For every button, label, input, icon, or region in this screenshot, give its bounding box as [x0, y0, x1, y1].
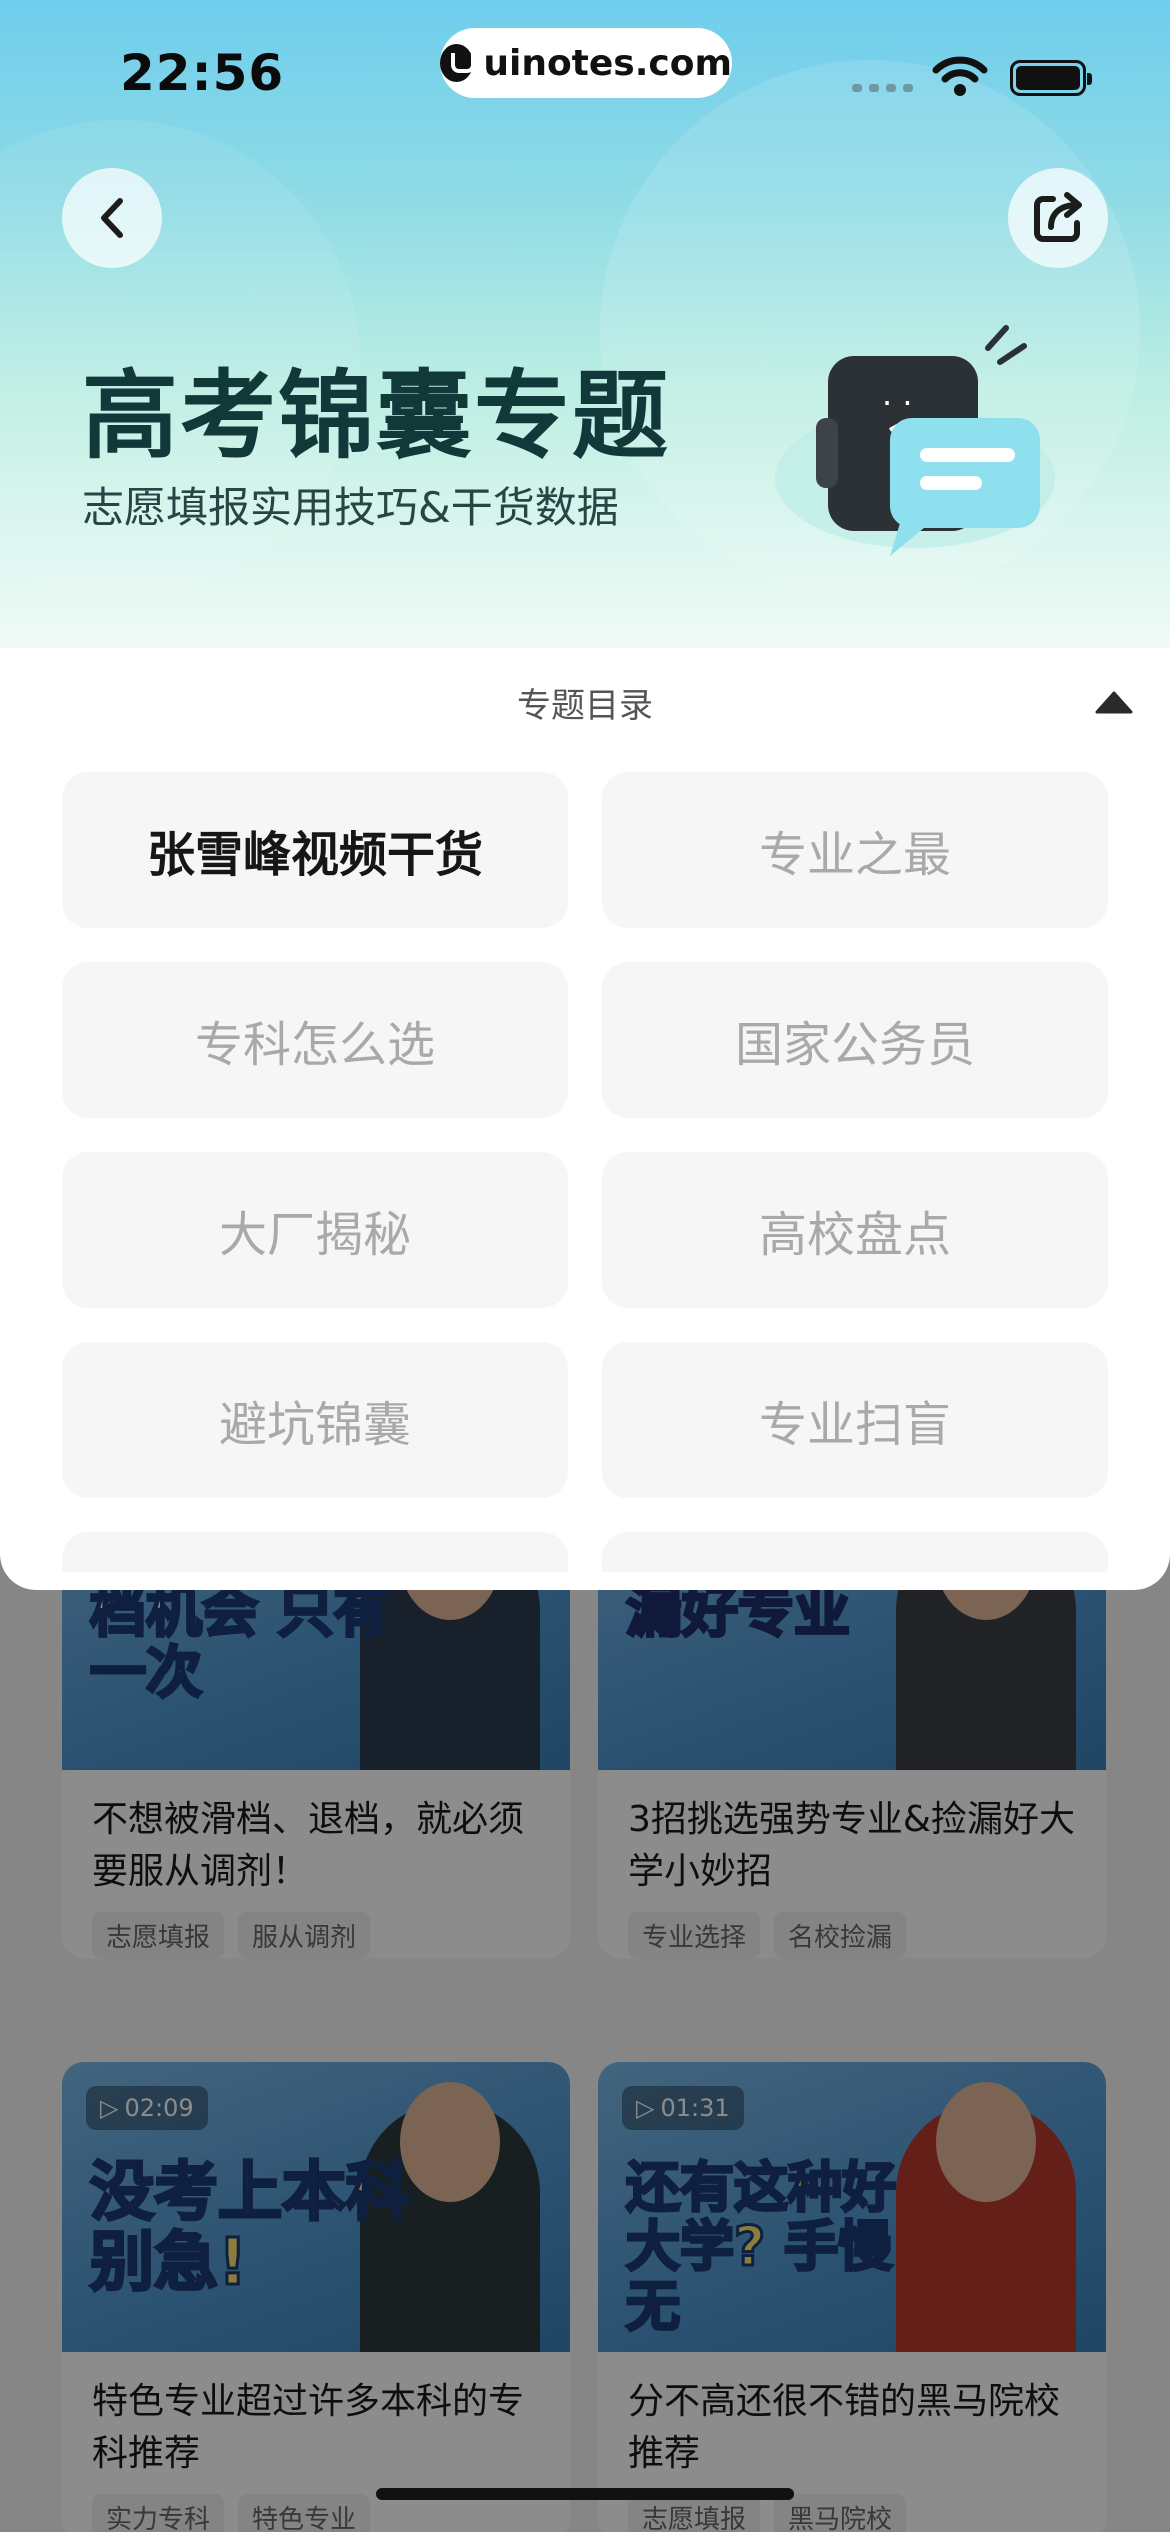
catalog-item-partial[interactable]	[62, 1532, 568, 1572]
watermark-badge: uinotes.com	[440, 28, 732, 98]
back-button[interactable]	[62, 168, 162, 268]
page-title: 高考锦囊专题	[82, 360, 670, 472]
catalog-title: 专题目录	[517, 686, 653, 726]
topic-catalog-panel: 专题目录 张雪峰视频干货 专业之最 专科怎么选 国家公务员 大厂揭秘 高校盘点 …	[0, 648, 1170, 1590]
catalog-item-major-basics[interactable]: 专业扫盲	[602, 1342, 1108, 1498]
share-icon	[1034, 192, 1082, 242]
battery-icon	[1010, 60, 1092, 96]
catalog-item-partial[interactable]	[602, 1532, 1108, 1572]
status-time: 22:56	[120, 44, 285, 102]
home-indicator[interactable]	[376, 2488, 794, 2500]
catalog-item-civil-servant[interactable]: 国家公务员	[602, 962, 1108, 1118]
wifi-icon	[932, 56, 988, 96]
catalog-item-zhangxuefeng[interactable]: 张雪峰视频干货	[62, 772, 568, 928]
catalog-item-major-best[interactable]: 专业之最	[602, 772, 1108, 928]
cellular-signal-icon	[852, 84, 913, 92]
modal-overlay[interactable]	[0, 1520, 1170, 2532]
page-subtitle: 志愿填报实用技巧&干货数据	[82, 483, 619, 532]
collapse-triangle-icon[interactable]	[1094, 690, 1134, 716]
catalog-item-pitfall-guide[interactable]: 避坑锦囊	[62, 1342, 568, 1498]
catalog-item-big-tech[interactable]: 大厂揭秘	[62, 1152, 568, 1308]
uinotes-logo-icon	[440, 44, 476, 82]
watermark-text: uinotes.com	[483, 42, 732, 84]
share-button[interactable]	[1008, 168, 1108, 268]
svg-text:· ·: · ·	[882, 384, 913, 422]
hero-header: 22:56 uinotes.com 高考锦囊专题 志愿填报实用技巧&干货数据 ·…	[0, 0, 1170, 650]
chat-box-illustration-icon: · ·	[775, 325, 1055, 556]
chevron-left-icon	[101, 198, 123, 238]
catalog-item-college-choice[interactable]: 专科怎么选	[62, 962, 568, 1118]
catalog-item-university-review[interactable]: 高校盘点	[602, 1152, 1108, 1308]
